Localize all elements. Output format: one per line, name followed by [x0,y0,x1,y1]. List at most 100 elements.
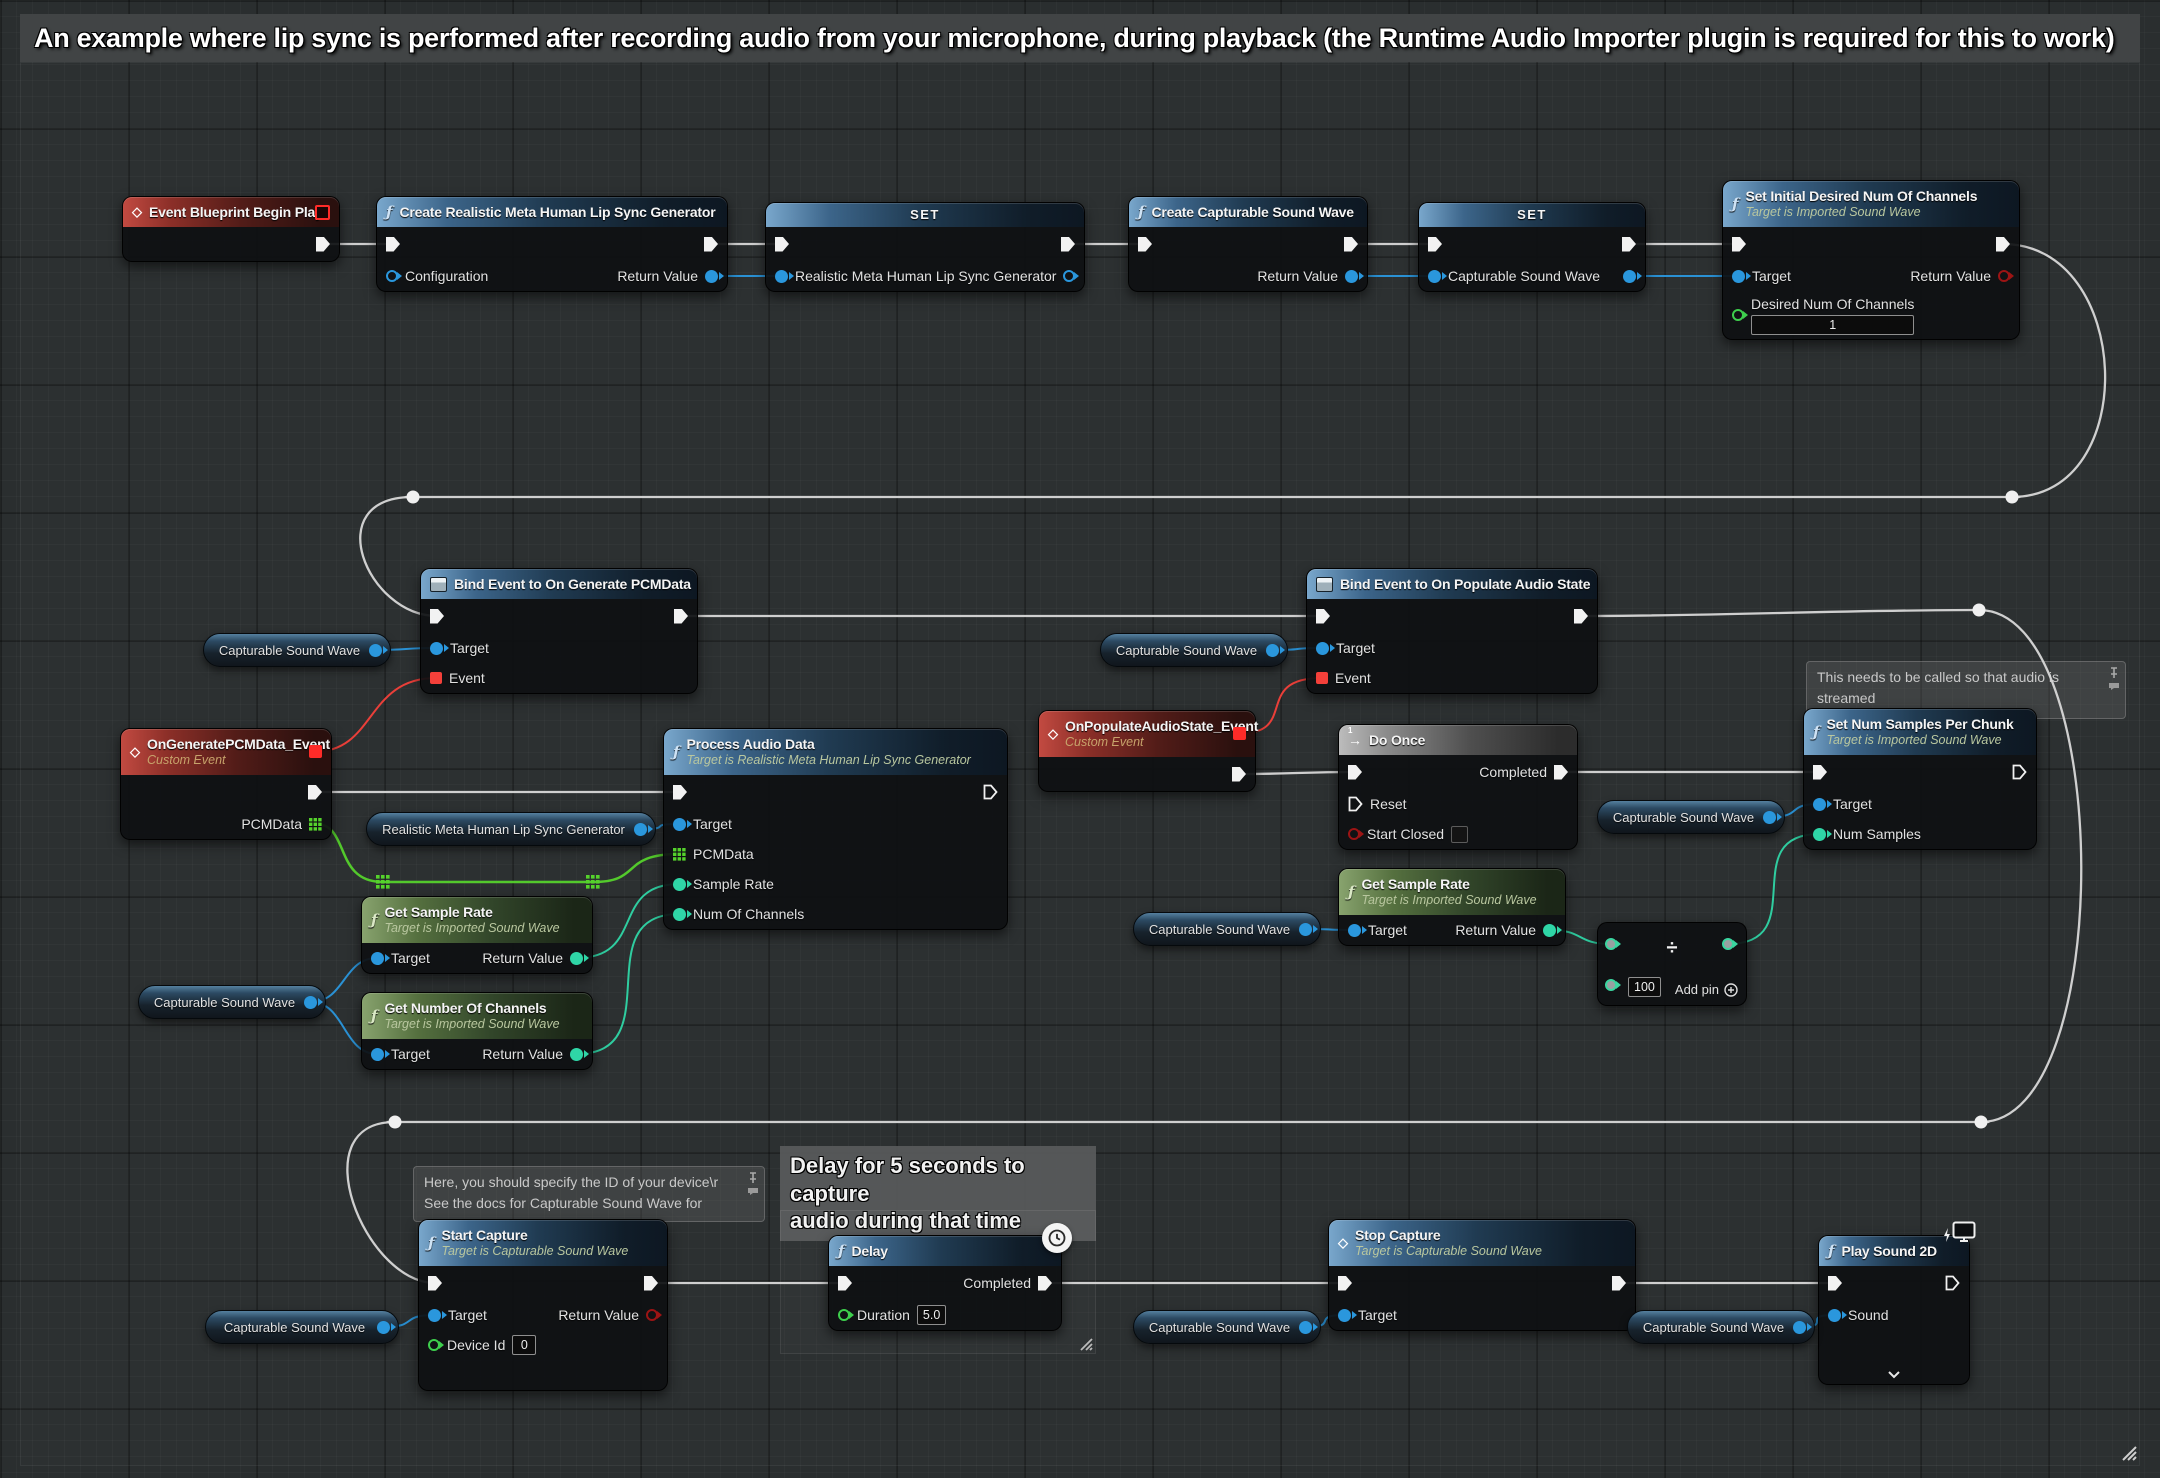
exec-out-pin[interactable] [308,785,322,800]
graph-resize-handle[interactable] [2120,1444,2138,1462]
target-pin[interactable] [1316,642,1329,655]
exec-in-pin[interactable] [1813,765,1827,780]
blueprint-graph-canvas[interactable]: An example where lip sync is performed a… [0,0,2160,1478]
exec-in-pin[interactable] [673,785,687,800]
exec-out-pin[interactable] [1612,1276,1626,1291]
exec-in-pin[interactable] [1828,1276,1842,1291]
pin-icon[interactable] [747,1172,759,1184]
node-do-once[interactable]: →Do OnceCompletedResetStart Closed [1338,724,1578,850]
start-closed-pin[interactable] [1348,828,1360,840]
output-pin[interactable] [1063,270,1075,282]
bubble-icon[interactable] [747,1187,759,1196]
reset-pin[interactable] [1348,796,1363,812]
configuration-pin[interactable] [386,270,398,282]
exec-out-pin[interactable] [1574,609,1588,624]
target-pin[interactable] [430,642,443,655]
variable-pill-capturable-sound-wave[interactable]: Capturable Sound Wave [1597,800,1785,834]
num-of-channels-pin[interactable] [673,908,686,921]
delegate-pin[interactable] [1233,727,1246,740]
exec-out-pin[interactable] [1554,765,1568,780]
variable-output-pin[interactable] [1299,1321,1312,1334]
exec-out-pin[interactable] [1344,237,1358,252]
node-stop-capture[interactable]: ◇Stop CaptureTarget is Capturable Sound … [1328,1219,1636,1331]
exec-out-pin[interactable] [1038,1276,1052,1291]
node-onpopulateaudiostate-event[interactable]: ◇OnPopulateAudioState_EventCustom Event [1038,710,1256,792]
variable-output-pin[interactable] [1299,923,1312,936]
node-get-number-of-channels[interactable]: ƒGet Number Of ChannelsTarget is Importe… [361,992,593,1070]
exec-out-pin[interactable] [983,784,998,800]
node-divide[interactable]: ÷100Add pin [1597,922,1747,1006]
return-value-pin[interactable] [1543,924,1556,937]
exec-out-pin[interactable] [2012,764,2027,780]
variable-pill-capturable-sound-wave[interactable]: Capturable Sound Wave [1100,633,1288,667]
pin-icon[interactable] [2108,667,2120,679]
exec-in-pin[interactable] [1428,237,1442,252]
node-process-audio-data[interactable]: ƒProcess Audio DataTarget is Realistic M… [663,728,1008,930]
add-pin-icon[interactable] [1724,983,1738,997]
sound-pin[interactable] [1828,1309,1841,1322]
operand-pin[interactable] [1605,938,1617,950]
variable-output-pin[interactable] [634,823,647,836]
exec-in-pin[interactable] [1348,765,1362,780]
pcmdata-pin[interactable] [673,848,686,861]
realistic-meta-human-lip-sync-generator-pin[interactable] [775,270,788,283]
target-pin[interactable] [428,1309,441,1322]
variable-output-pin[interactable] [304,996,317,1009]
exec-in-pin[interactable] [1316,609,1330,624]
exec-out-pin[interactable] [704,237,718,252]
return-value-pin[interactable] [1345,270,1358,283]
node-ongeneratepcmdata-event[interactable]: ◇OnGeneratePCMData_EventCustom EventPCMD… [120,728,332,840]
num-samples-pin[interactable] [1813,828,1826,841]
pcmdata-pin[interactable] [309,818,322,831]
variable-output-pin[interactable] [369,644,382,657]
variable-output-pin[interactable] [1793,1321,1806,1334]
node-set-num-samples-per-chunk[interactable]: ƒSet Num Samples Per ChunkTarget is Impo… [1803,708,2037,850]
exec-in-pin[interactable] [428,1276,442,1291]
start-closed-checkbox[interactable] [1451,826,1468,843]
chevron-down-icon[interactable] [1887,1370,1901,1379]
node-create-realistic-meta-human-lip-sync-generator[interactable]: ƒCreate Realistic Meta Human Lip Sync Ge… [376,196,728,292]
exec-out-pin[interactable] [1061,237,1075,252]
node-set[interactable]: SETCapturable Sound Wave [1418,202,1646,292]
exec-in-pin[interactable] [1732,237,1746,252]
exec-in-pin[interactable] [1138,237,1152,252]
variable-output-pin[interactable] [1266,644,1279,657]
default-value-field[interactable]: 100 [1628,977,1661,997]
node-bind-event-to-on-generate-pcmdata[interactable]: Bind Event to On Generate PCMDataTargetE… [420,568,698,694]
output-pin[interactable] [1623,270,1636,283]
variable-pill-capturable-sound-wave[interactable]: Capturable Sound Wave [205,1310,399,1344]
variable-pill-capturable-sound-wave[interactable]: Capturable Sound Wave [203,633,391,667]
exec-in-pin[interactable] [1338,1276,1352,1291]
exec-out-pin[interactable] [316,237,330,252]
device-id-pin[interactable] [428,1339,440,1351]
outer-comment-title[interactable]: An example where lip sync is performed a… [20,14,2140,62]
return-value-pin[interactable] [1998,270,2010,282]
node-play-sound-2d[interactable]: ƒPlay Sound 2DSound [1818,1235,1970,1385]
node-event-blueprint-begin-play[interactable]: ◇Event Blueprint Begin Play [122,196,340,262]
variable-pill-realistic-meta-human-lip-sync-generator[interactable]: Realistic Meta Human Lip Sync Generator [366,812,656,846]
default-value-field[interactable]: 0 [512,1335,536,1355]
variable-output-pin[interactable] [1763,811,1776,824]
exec-out-pin[interactable] [1945,1275,1960,1291]
return-value-pin[interactable] [570,952,583,965]
return-value-pin[interactable] [705,270,718,283]
target-pin[interactable] [1338,1309,1351,1322]
variable-pill-capturable-sound-wave[interactable]: Capturable Sound Wave [1627,1310,1815,1344]
node-set-initial-desired-num-of-channels[interactable]: ƒSet Initial Desired Num Of ChannelsTarg… [1722,180,2020,340]
duration-pin[interactable] [838,1309,850,1321]
exec-out-pin[interactable] [674,609,688,624]
exec-out-pin[interactable] [1622,237,1636,252]
operand-pin[interactable] [1605,979,1617,991]
exec-out-pin[interactable] [644,1276,658,1291]
comment-resize-handle[interactable] [1078,1336,1094,1352]
delegate-pin[interactable] [309,745,322,758]
variable-pill-capturable-sound-wave[interactable]: Capturable Sound Wave [1133,912,1321,946]
node-set[interactable]: SETRealistic Meta Human Lip Sync Generat… [765,202,1085,292]
exec-out-pin[interactable] [1996,237,2010,252]
event-pin[interactable] [1316,672,1328,684]
result-pin[interactable] [1722,938,1734,950]
target-pin[interactable] [1348,924,1361,937]
capturable-sound-wave-pin[interactable] [1428,270,1441,283]
exec-out-pin[interactable] [1232,767,1246,782]
event-pin[interactable] [430,672,442,684]
